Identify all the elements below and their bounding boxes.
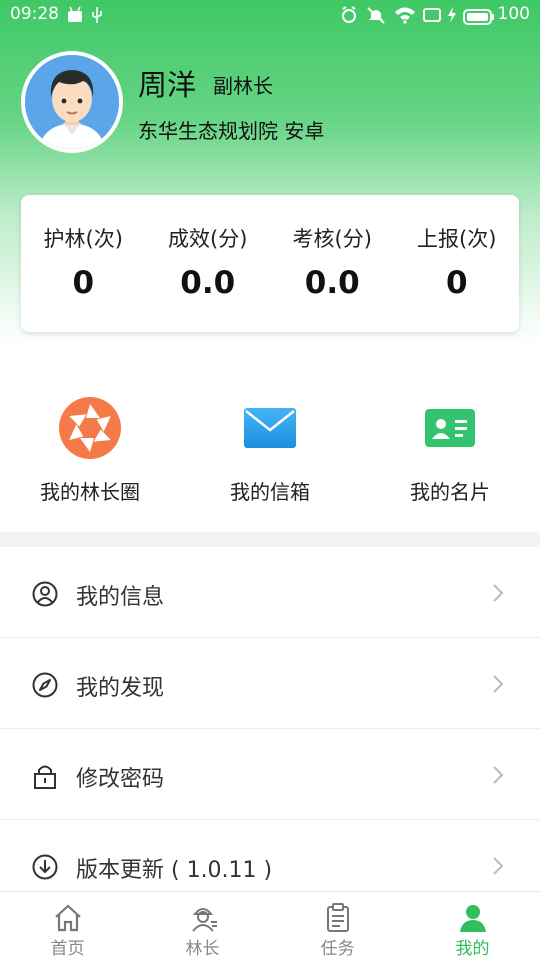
quick-action-label: 我的林长圈 [40, 480, 140, 504]
charging-icon [448, 7, 456, 23]
status-time: 09:28 [10, 4, 59, 24]
home-icon [54, 904, 81, 932]
chevron-right-icon [493, 675, 504, 693]
settings-menu: 我的信息 我的发现 修改密码 版本更新 ( 1.0.11 ) [0, 547, 540, 911]
cast-icon [423, 8, 441, 22]
tab-mine[interactable]: 我的 [405, 892, 540, 960]
person-icon [459, 905, 486, 932]
chevron-right-icon [493, 766, 504, 784]
battery-level: 100 [497, 4, 530, 24]
quick-action-label: 我的信箱 [230, 480, 310, 504]
stat-label: 上报(次) [417, 227, 497, 251]
stat-value: 0.0 [180, 265, 236, 301]
user-role: 副林长 [213, 74, 273, 98]
quick-action-label: 我的名片 [410, 480, 490, 504]
menu-item-label: 版本更新 ( 1.0.11 ) [76, 858, 273, 883]
android-icon [68, 6, 82, 22]
mail-icon [237, 395, 303, 461]
alarm-icon [342, 6, 356, 23]
usb-icon [92, 7, 102, 23]
user-name: 周洋 [138, 68, 197, 102]
tab-ranger[interactable]: 林长 [135, 892, 270, 960]
nav-label: 首页 [50, 939, 85, 959]
menu-item-label: 修改密码 [76, 767, 165, 792]
wifi-icon [395, 7, 415, 24]
stat-assessment[interactable]: 考核(分) 0.0 [270, 195, 395, 332]
compass-icon [32, 672, 58, 698]
stats-card: 护林(次) 0 成效(分) 0.0 考核(分) 0.0 上报(次) 0 [21, 195, 519, 332]
status-bar: 09:28 100 [0, 0, 540, 30]
menu-item-label: 我的发现 [76, 676, 165, 701]
chevron-right-icon [493, 584, 504, 602]
aperture-icon [57, 395, 123, 461]
ranger-icon [191, 908, 217, 932]
menu-item-discovery[interactable]: 我的发现 [0, 638, 540, 729]
bottom-nav: 首页 林长 任务 我的 [0, 891, 540, 960]
user-organization: 东华生态规划院 安卓 [138, 119, 325, 143]
stat-label: 成效(分) [168, 227, 248, 251]
stat-effect[interactable]: 成效(分) 0.0 [146, 195, 271, 332]
quick-action-mailbox[interactable]: 我的信箱 [180, 345, 360, 532]
chevron-right-icon [493, 857, 504, 875]
card-icon [417, 395, 483, 461]
nav-label: 林长 [185, 939, 220, 959]
nav-label: 我的 [455, 939, 490, 959]
menu-item-change-password[interactable]: 修改密码 [0, 729, 540, 820]
tab-home[interactable]: 首页 [0, 892, 135, 960]
avatar[interactable] [21, 51, 123, 153]
stat-label: 考核(分) [292, 227, 372, 251]
menu-item-label: 我的信息 [76, 585, 165, 610]
download-circle-icon [32, 854, 58, 880]
quick-actions: 我的林长圈 我的信箱 我的名片 [0, 345, 540, 532]
quick-action-circle[interactable]: 我的林长圈 [0, 345, 180, 532]
nav-label: 任务 [320, 939, 355, 959]
stat-value: 0.0 [304, 265, 360, 301]
lock-icon [34, 765, 56, 789]
avatar-illustration [25, 55, 119, 149]
stat-value: 0 [72, 265, 95, 301]
stat-value: 0 [445, 265, 468, 301]
battery-icon [463, 9, 494, 25]
stat-label: 护林(次) [43, 227, 123, 251]
stat-patrol[interactable]: 护林(次) 0 [21, 195, 146, 332]
stat-report[interactable]: 上报(次) 0 [395, 195, 520, 332]
user-circle-icon [32, 581, 58, 607]
tab-tasks[interactable]: 任务 [270, 892, 405, 960]
mute-icon [367, 7, 385, 24]
menu-item-my-info[interactable]: 我的信息 [0, 547, 540, 638]
quick-action-card[interactable]: 我的名片 [360, 345, 540, 532]
clipboard-icon [326, 903, 349, 932]
